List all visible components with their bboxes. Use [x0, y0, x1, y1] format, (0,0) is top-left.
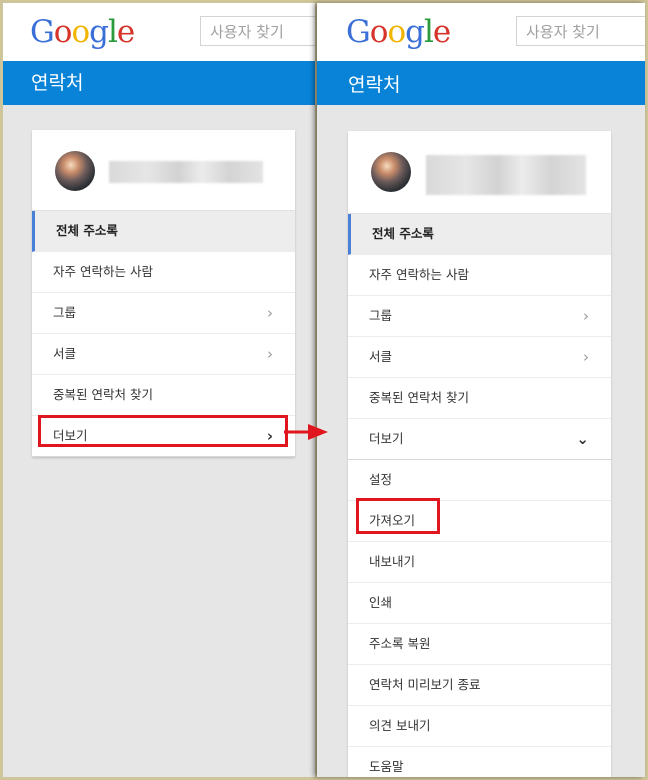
nav-item-groups[interactable]: 그룹 ›	[348, 296, 611, 337]
more-item-label: 의견 보내기	[369, 718, 431, 733]
more-item-restore-contacts[interactable]: 주소록 복원	[348, 624, 611, 665]
chevron-right-icon: ›	[267, 304, 273, 322]
google-logo[interactable]: Google	[30, 14, 135, 50]
nav-item-label: 자주 연락하는 사람	[369, 267, 469, 282]
nav-item-more[interactable]: 더보기 ⌄	[348, 419, 611, 460]
contacts-nav-card: 전체 주소록 자주 연락하는 사람 그룹 › 서클 › 중복된 연락처 찾기 더보기…	[348, 131, 611, 777]
contacts-window-after: Google 사용자 찾기 연락처 전체 주소록 자주 연락하는 사람 그룹 › …	[317, 3, 645, 777]
chevron-right-icon: ›	[583, 348, 589, 366]
avatar[interactable]	[55, 151, 95, 191]
top-bar: Google 사용자 찾기	[3, 3, 315, 61]
search-input[interactable]: 사용자 찾기	[516, 16, 645, 46]
top-bar: Google 사용자 찾기	[317, 3, 645, 61]
nav-item-label: 더보기	[53, 428, 88, 443]
more-item-label: 도움말	[369, 759, 404, 774]
nav-item-find-duplicates[interactable]: 중복된 연락처 찾기	[348, 378, 611, 419]
nav-item-label: 자주 연락하는 사람	[53, 264, 153, 279]
google-logo[interactable]: Google	[346, 14, 451, 50]
profile-header	[348, 131, 611, 214]
more-item-label: 내보내기	[369, 554, 416, 569]
more-item-label: 주소록 복원	[369, 636, 431, 651]
nav-item-groups[interactable]: 그룹 ›	[32, 293, 295, 334]
nav-item-circles[interactable]: 서클 ›	[348, 337, 611, 378]
more-item-send-feedback[interactable]: 의견 보내기	[348, 706, 611, 747]
more-item-export[interactable]: 내보내기	[348, 542, 611, 583]
red-arrow-icon	[284, 424, 328, 440]
blurred-username	[109, 161, 263, 183]
more-item-label: 가져오기	[369, 513, 416, 528]
chevron-right-icon: ›	[266, 427, 273, 445]
nav-item-label: 그룹	[369, 308, 393, 323]
nav-item-frequent[interactable]: 자주 연락하는 사람	[348, 255, 611, 296]
blurred-username	[426, 155, 586, 195]
nav-item-label: 서클	[53, 346, 77, 361]
nav-item-all-contacts[interactable]: 전체 주소록	[348, 214, 611, 255]
nav-item-more[interactable]: 더보기 ›	[32, 416, 295, 457]
more-item-import[interactable]: 가져오기	[348, 501, 611, 542]
more-item-help[interactable]: 도움말	[348, 747, 611, 777]
avatar[interactable]	[371, 152, 411, 192]
nav-item-frequent[interactable]: 자주 연락하는 사람	[32, 252, 295, 293]
nav-item-circles[interactable]: 서클 ›	[32, 334, 295, 375]
chevron-right-icon: ›	[583, 307, 589, 325]
chevron-down-icon: ⌄	[576, 430, 589, 448]
nav-item-find-duplicates[interactable]: 중복된 연락처 찾기	[32, 375, 295, 416]
section-title: 연락처	[3, 61, 315, 105]
more-item-label: 설정	[369, 472, 393, 487]
contacts-nav-card: 전체 주소록 자주 연락하는 사람 그룹 › 서클 › 중복된 연락처 찾기 더보기…	[32, 130, 295, 457]
nav-item-label: 그룹	[53, 305, 77, 320]
nav-item-label: 중복된 연락처 찾기	[53, 387, 153, 402]
nav-item-label: 서클	[369, 349, 393, 364]
contacts-window-before: Google 사용자 찾기 연락처 전체 주소록 자주 연락하는 사람 그룹 › …	[3, 3, 315, 777]
nav-item-label: 더보기	[369, 431, 404, 446]
more-item-label: 인쇄	[369, 595, 393, 610]
more-item-settings[interactable]: 설정	[348, 460, 611, 501]
more-item-label: 연락처 미리보기 종료	[369, 677, 481, 692]
nav-item-label: 전체 주소록	[372, 226, 434, 241]
more-item-print[interactable]: 인쇄	[348, 583, 611, 624]
nav-item-label: 전체 주소록	[56, 223, 118, 238]
search-input[interactable]: 사용자 찾기	[200, 16, 315, 46]
profile-header	[32, 130, 295, 211]
section-title: 연락처	[317, 61, 645, 105]
nav-item-all-contacts[interactable]: 전체 주소록	[32, 211, 295, 252]
nav-item-label: 중복된 연락처 찾기	[369, 390, 469, 405]
more-item-exit-preview[interactable]: 연락처 미리보기 종료	[348, 665, 611, 706]
chevron-right-icon: ›	[267, 345, 273, 363]
